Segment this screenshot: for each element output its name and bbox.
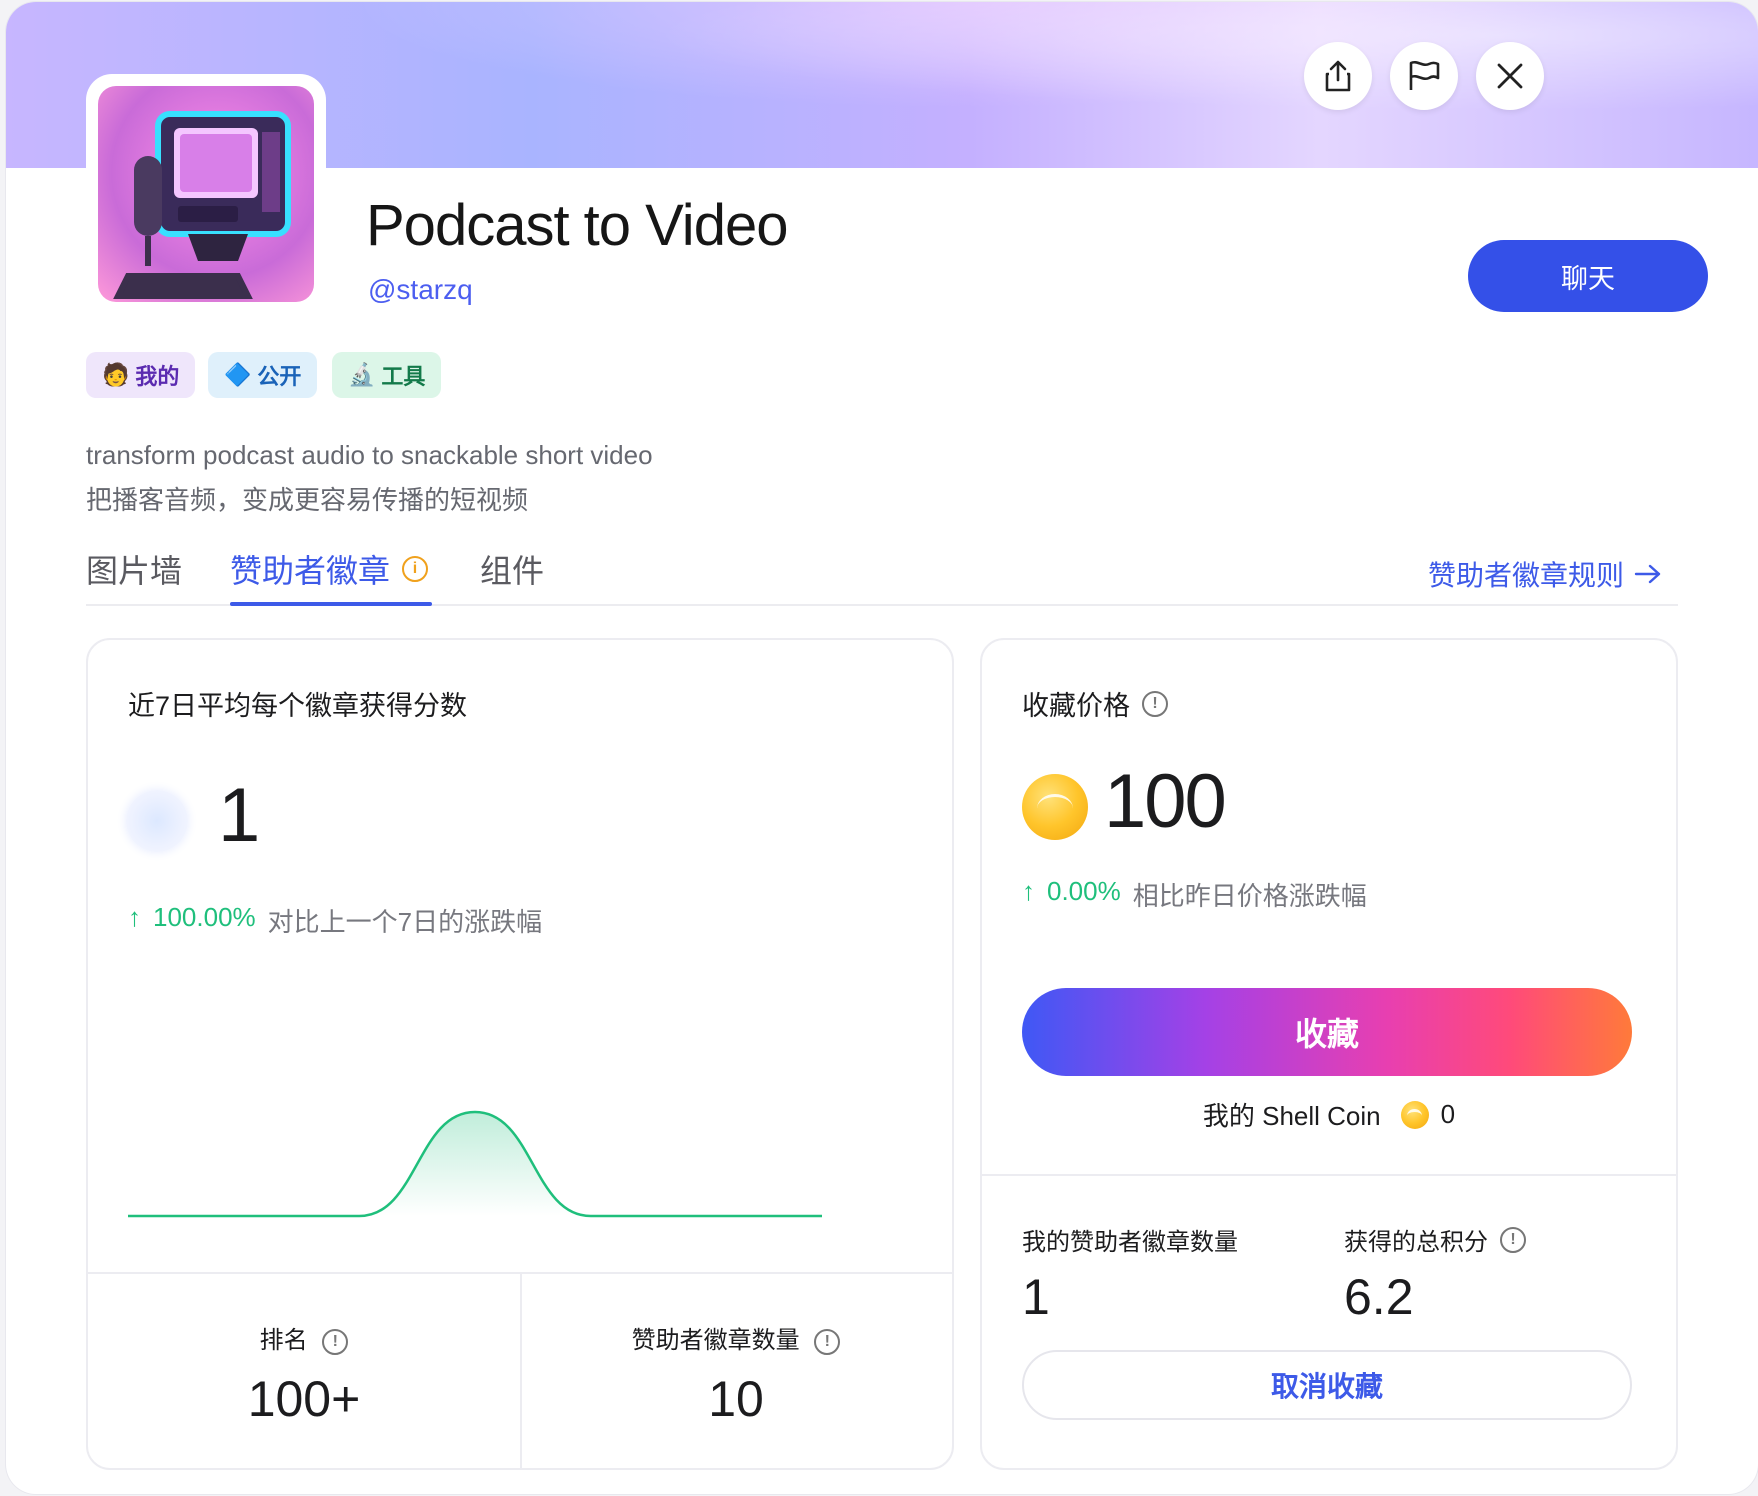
- score-change-row: ↑ 100.00% 对比上一个7日的涨跌幅: [128, 902, 542, 939]
- sponsor-badge-rules-link[interactable]: 赞助者徽章规则: [1428, 554, 1662, 594]
- info-icon[interactable]: !: [322, 1328, 349, 1355]
- tag-public[interactable]: 🔷 公开: [208, 352, 318, 398]
- price-card-divider: [982, 1174, 1676, 1176]
- tab-sponsor-badge[interactable]: 赞助者徽章 i: [230, 546, 429, 592]
- tab-widgets[interactable]: 组件: [480, 546, 544, 592]
- tag-label: 我的: [135, 364, 180, 389]
- shell-coin-icon: [1400, 1100, 1429, 1129]
- bot-avatar: [86, 74, 326, 314]
- arrow-up-icon: ↑: [1022, 876, 1035, 906]
- price-change-value: 0.00%: [1047, 876, 1121, 906]
- total-points-label-row: 获得的总积分 !: [1344, 1222, 1526, 1257]
- bot-detail-modal: Podcast to Video @starzq 聊天 🧑 我的 🔷 公开 🔬 …: [6, 2, 1758, 1494]
- price-change-row: ↑ 0.00% 相比昨日价格涨跌幅: [1022, 876, 1367, 913]
- shell-coin-value: 0: [1440, 1099, 1456, 1129]
- info-icon[interactable]: i: [402, 556, 429, 582]
- description-english: transform podcast audio to snackable sho…: [86, 440, 653, 470]
- report-button[interactable]: [1390, 42, 1458, 110]
- tag-tool[interactable]: 🔬 工具: [332, 352, 442, 398]
- tag-label: 公开: [257, 364, 302, 389]
- price-title-row: 收藏价格 !: [1022, 684, 1168, 723]
- price-card: 收藏价格 ! 100 ↑ 0.00% 相比昨日价格涨跌幅 收藏 我的 Shell…: [980, 638, 1678, 1470]
- creator-handle[interactable]: @starzq: [368, 274, 473, 306]
- rank-value: 100+: [247, 1371, 361, 1427]
- flag-icon: [1409, 61, 1440, 90]
- my-badges-value: 1: [1022, 1269, 1050, 1325]
- rank-label-row: 排名 !: [88, 1320, 520, 1355]
- close-icon: [1497, 63, 1523, 89]
- badge-count-value: 10: [708, 1371, 764, 1427]
- collect-button[interactable]: 收藏: [1022, 988, 1632, 1076]
- tab-gallery[interactable]: 图片墙: [86, 546, 182, 592]
- share-button[interactable]: [1304, 42, 1372, 110]
- bot-title: Podcast to Video: [366, 193, 788, 258]
- shell-coin-icon: [1022, 774, 1088, 840]
- arrow-right-icon: [1634, 564, 1661, 584]
- price-change-label: 相比昨日价格涨跌幅: [1132, 881, 1367, 911]
- badge-count-label-row: 赞助者徽章数量 !: [520, 1320, 952, 1355]
- arrow-up-icon: ↑: [128, 902, 141, 932]
- price-title: 收藏价格: [1022, 691, 1130, 721]
- total-points-value: 6.2: [1344, 1269, 1414, 1325]
- close-button[interactable]: [1476, 42, 1544, 110]
- score-card-title: 近7日平均每个徽章获得分数: [128, 691, 468, 721]
- tag-mine[interactable]: 🧑 我的: [86, 352, 196, 398]
- microscope-icon: 🔬: [348, 362, 376, 387]
- active-tab-indicator: [230, 602, 432, 606]
- chart-area-fill: [128, 1112, 822, 1216]
- info-icon[interactable]: !: [1500, 1226, 1526, 1253]
- shell-coin-balance-row: 我的 Shell Coin 0: [982, 1096, 1676, 1133]
- score-badge-icon: [126, 790, 188, 852]
- info-icon[interactable]: !: [814, 1328, 841, 1355]
- score-card: 近7日平均每个徽章获得分数 1 ↑ 100.00% 对比上一个7日的涨跌幅 排名…: [86, 638, 954, 1470]
- tab-label: 赞助者徽章: [230, 553, 391, 589]
- person-icon: 🧑: [102, 362, 130, 387]
- bot-avatar-image: [98, 86, 314, 302]
- score-value: 1: [218, 773, 261, 858]
- tag-label: 工具: [381, 364, 426, 389]
- chat-button[interactable]: 聊天: [1468, 240, 1708, 312]
- score-change-label: 对比上一个7日的涨跌幅: [267, 907, 543, 937]
- rank-label: 排名: [259, 1327, 308, 1354]
- info-icon[interactable]: !: [1142, 690, 1168, 717]
- cancel-collect-button[interactable]: 取消收藏: [1022, 1350, 1632, 1420]
- score-change-value: 100.00%: [153, 902, 256, 932]
- rules-link-label: 赞助者徽章规则: [1428, 560, 1625, 591]
- description-chinese: 把播客音频，变成更容易传播的短视频: [86, 485, 529, 515]
- badge-count-label: 赞助者徽章数量: [631, 1327, 800, 1354]
- diamond-icon: 🔷: [224, 362, 252, 387]
- share-icon: [1325, 60, 1351, 92]
- shell-coin-label: 我的 Shell Coin: [1202, 1101, 1381, 1131]
- price-value: 100: [1104, 759, 1227, 844]
- total-points-label: 获得的总积分: [1344, 1229, 1488, 1256]
- my-badges-label: 我的赞助者徽章数量: [1022, 1229, 1238, 1256]
- score-trend-chart: [128, 1110, 822, 1218]
